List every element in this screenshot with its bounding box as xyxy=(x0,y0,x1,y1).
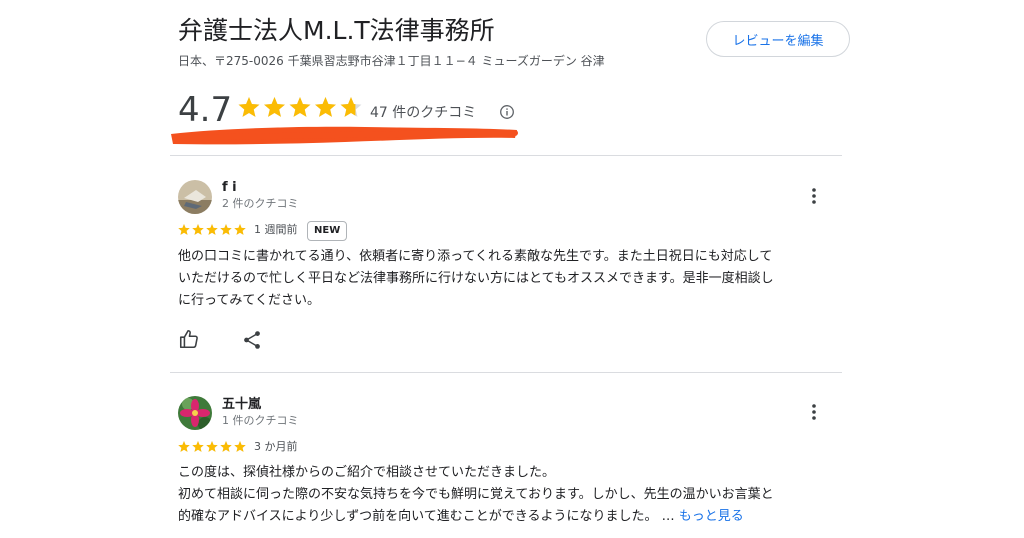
review-stars xyxy=(178,224,246,235)
edit-review-button[interactable]: レビューを編集 xyxy=(706,21,850,57)
more-vert-icon[interactable] xyxy=(804,402,824,422)
avatar[interactable] xyxy=(178,396,212,430)
more-vert-icon[interactable] xyxy=(804,186,824,206)
star-filled xyxy=(234,441,246,452)
reviewer-review-count: 1 件のクチコミ xyxy=(222,414,299,427)
review-text-line: 他の口コミに書かれてる通り、依頼者に寄り添ってくれる素敵な先生です。また土日祝日… xyxy=(178,249,773,264)
read-more-link[interactable]: もっと見る xyxy=(679,509,744,524)
avatar-flower-icon xyxy=(178,396,212,430)
star-filled xyxy=(206,441,218,452)
star-filled xyxy=(192,441,204,452)
review-date: 1 週間前 xyxy=(254,223,298,236)
reviewer-review-count: 2 件のクチコミ xyxy=(222,197,299,210)
star-filled xyxy=(234,224,246,235)
reviewer-name[interactable]: 五十嵐 xyxy=(222,397,261,413)
business-title: 弁護士法人M.L.T法律事務所 xyxy=(178,16,495,45)
avatar-photo-icon xyxy=(178,180,212,214)
new-badge: NEW xyxy=(307,221,348,241)
share-icon[interactable] xyxy=(241,329,263,351)
review-text: 他の口コミに書かれてる通り、依頼者に寄り添ってくれる素敵な先生です。また土日祝日… xyxy=(178,246,838,312)
review-text-line: 初めて相談に伺った際の不安な気持ちを今でも鮮明に覚えております。しかし、先生の温… xyxy=(178,487,774,502)
star-filled xyxy=(264,97,285,117)
review-stars xyxy=(178,441,246,452)
review-text-line: 的確なアドバイスにより少しずつ前を向いて進むことができるようになりました。 … … xyxy=(178,506,838,528)
star-filled xyxy=(192,224,204,235)
star-filled xyxy=(220,224,232,235)
star-filled xyxy=(238,97,260,117)
star-filled xyxy=(206,224,218,235)
star-filled xyxy=(289,97,311,117)
avatar[interactable] xyxy=(178,180,212,214)
divider xyxy=(170,372,842,373)
star-filled xyxy=(315,97,336,117)
thumb-up-icon[interactable] xyxy=(178,328,200,350)
star-filled xyxy=(178,224,190,235)
star-filled xyxy=(220,441,232,452)
star-filled xyxy=(178,441,190,452)
divider xyxy=(170,155,842,156)
review-text-line: この度は、探偵社様からのご紹介で相談させていただきました。 xyxy=(178,465,556,480)
business-address: 日本、〒275-0026 千葉県習志野市谷津１丁目１１−４ ミューズガーデン 谷… xyxy=(178,54,605,68)
reviewer-name[interactable]: f i xyxy=(222,180,237,196)
review-text-line-content: 的確なアドバイスにより少しずつ前を向いて進むことができるようになりました。 … xyxy=(178,509,679,524)
review-text: この度は、探偵社様からのご紹介で相談させていただきました。 初めて相談に伺った際… xyxy=(178,462,838,528)
highlight-underline xyxy=(171,126,518,145)
review-text-line: いただけるので忙しく平日など法律事務所に行けない方にはとてもオススメできます。是… xyxy=(178,271,774,286)
review-date: 3 か月前 xyxy=(254,440,298,453)
review-text-line: に行ってみてください。 xyxy=(178,293,320,308)
